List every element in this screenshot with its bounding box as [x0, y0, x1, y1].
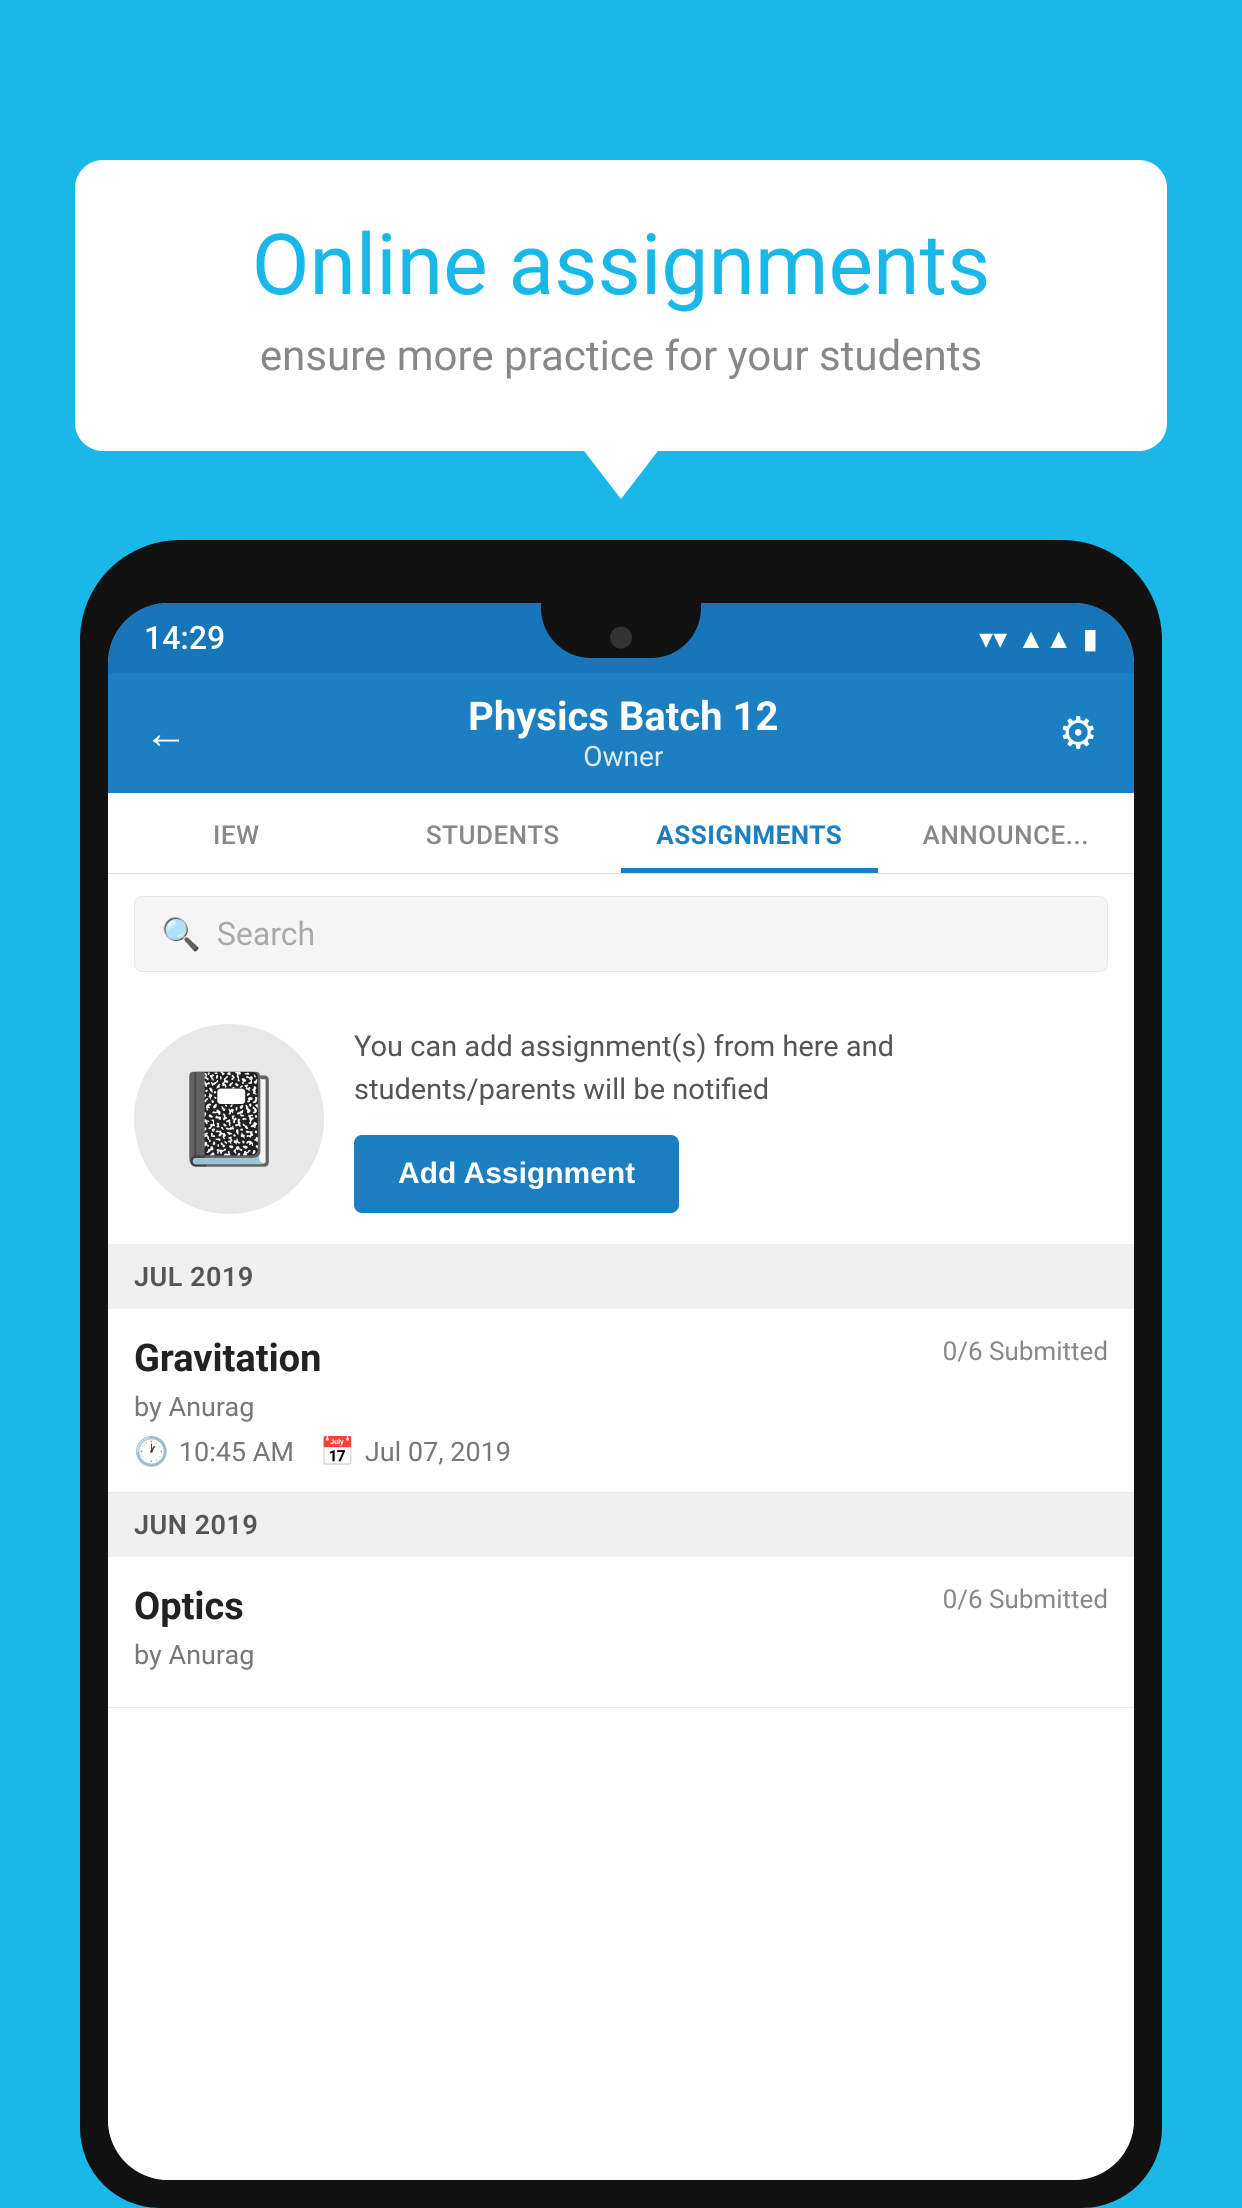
assignment-date: 📅 Jul 07, 2019: [320, 1435, 511, 1468]
section-jun-2019: JUN 2019: [108, 1493, 1134, 1557]
assignment-author-optics: by Anurag: [134, 1639, 1108, 1671]
add-assignment-button[interactable]: Add Assignment: [354, 1135, 679, 1213]
screen-content: 🔍 Search 📓 You can add assignment(s) fro…: [108, 874, 1134, 2180]
phone-inner: 14:29 ▾▾ ▲▲ ▮ ← Physics Batch 12 Owner ⚙…: [88, 548, 1154, 2200]
tab-announcements[interactable]: ANNOUNCE...: [878, 793, 1135, 873]
promo-icon-circle: 📓: [134, 1024, 324, 1214]
assignment-submitted-gravitation: 0/6 Submitted: [943, 1337, 1108, 1367]
search-input[interactable]: Search: [217, 915, 315, 953]
assignment-author-gravitation: by Anurag: [134, 1391, 1108, 1423]
assignment-meta-gravitation: 🕐 10:45 AM 📅 Jul 07, 2019: [134, 1435, 1108, 1468]
assignment-gravitation[interactable]: Gravitation 0/6 Submitted by Anurag 🕐 10…: [108, 1309, 1134, 1493]
tab-iew[interactable]: IEW: [108, 793, 365, 873]
tooltip-title: Online assignments: [145, 220, 1097, 312]
section-jul-2019: JUL 2019: [108, 1245, 1134, 1309]
header-title: Physics Batch 12: [468, 693, 778, 740]
assignment-optics[interactable]: Optics 0/6 Submitted by Anurag: [108, 1557, 1134, 1708]
front-camera: [610, 626, 632, 648]
assignment-name-optics: Optics: [134, 1585, 244, 1629]
settings-button[interactable]: ⚙: [1059, 707, 1098, 759]
clock-icon: 🕐: [134, 1435, 169, 1468]
assignment-date-value: Jul 07, 2019: [365, 1436, 511, 1468]
assignment-row-top-optics: Optics 0/6 Submitted: [134, 1585, 1108, 1629]
promo-text: You can add assignment(s) from here and …: [354, 1026, 1104, 1113]
status-bar: 14:29 ▾▾ ▲▲ ▮: [108, 603, 1134, 673]
notch: [541, 603, 701, 658]
tooltip-subtitle: ensure more practice for your students: [145, 332, 1097, 381]
header-center: Physics Batch 12 Owner: [468, 693, 778, 773]
tooltip-card: Online assignments ensure more practice …: [75, 160, 1167, 451]
phone-screen: 14:29 ▾▾ ▲▲ ▮ ← Physics Batch 12 Owner ⚙…: [108, 603, 1134, 2180]
signal-icon: ▲▲: [1017, 622, 1072, 655]
assignment-time: 🕐 10:45 AM: [134, 1435, 294, 1468]
phone-frame: 14:29 ▾▾ ▲▲ ▮ ← Physics Batch 12 Owner ⚙…: [80, 540, 1162, 2208]
search-container: 🔍 Search: [108, 874, 1134, 994]
assignment-time-value: 10:45 AM: [179, 1436, 294, 1468]
status-icons: ▾▾ ▲▲ ▮: [979, 622, 1098, 655]
wifi-icon: ▾▾: [979, 622, 1007, 655]
promo-content: You can add assignment(s) from here and …: [354, 1026, 1104, 1213]
search-icon: 🔍: [161, 915, 201, 953]
tab-assignments[interactable]: ASSIGNMENTS: [621, 793, 878, 873]
calendar-icon: 📅: [320, 1435, 355, 1468]
battery-icon: ▮: [1083, 622, 1098, 655]
notebook-icon: 📓: [173, 1067, 285, 1172]
assignment-submitted-optics: 0/6 Submitted: [943, 1585, 1108, 1615]
status-time: 14:29: [144, 619, 225, 657]
header-subtitle: Owner: [468, 740, 778, 773]
back-button[interactable]: ←: [144, 707, 188, 759]
assignment-row-top: Gravitation 0/6 Submitted: [134, 1337, 1108, 1381]
tabs-bar: IEW STUDENTS ASSIGNMENTS ANNOUNCE...: [108, 793, 1134, 874]
search-bar[interactable]: 🔍 Search: [134, 896, 1108, 972]
app-header: ← Physics Batch 12 Owner ⚙: [108, 673, 1134, 793]
add-assignment-promo: 📓 You can add assignment(s) from here an…: [108, 994, 1134, 1245]
assignment-name-gravitation: Gravitation: [134, 1337, 321, 1381]
tab-students[interactable]: STUDENTS: [365, 793, 622, 873]
